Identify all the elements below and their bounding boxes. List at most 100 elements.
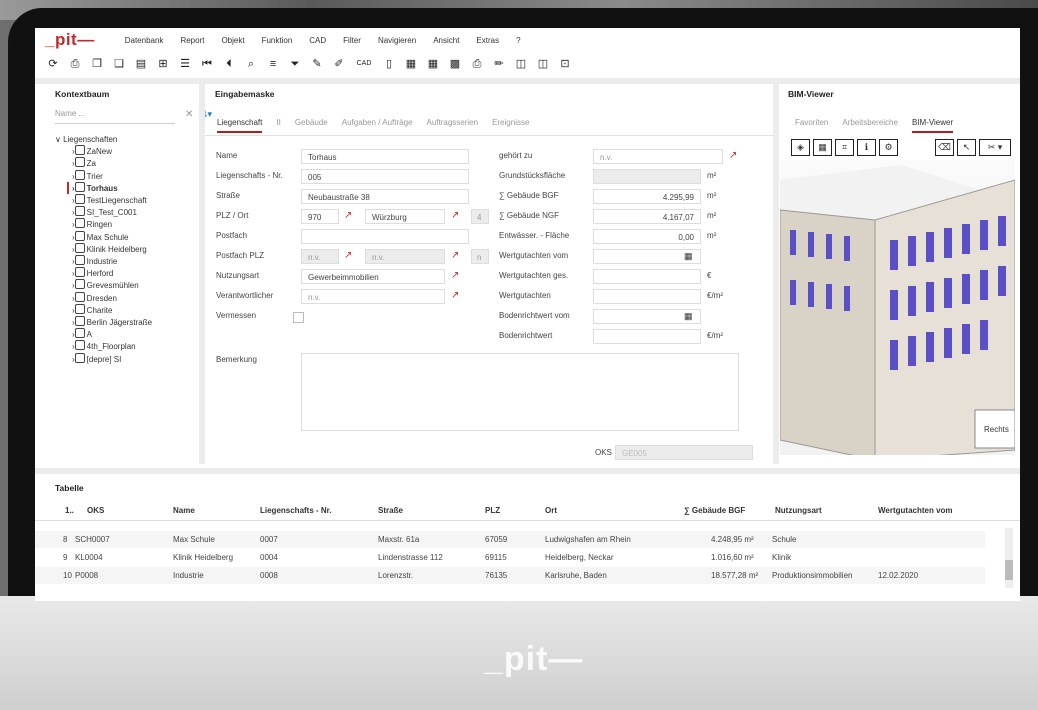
duplicate-icon[interactable]: ❏ xyxy=(111,56,127,72)
tree-item[interactable]: › Trier xyxy=(72,169,200,182)
ort-field[interactable]: Würzburg xyxy=(365,209,445,224)
tree-item[interactable]: › Ringen xyxy=(72,218,200,230)
col-header-ort[interactable]: Ort xyxy=(545,506,557,515)
grid-icon[interactable]: ▩ xyxy=(447,56,463,72)
bim-3d-model[interactable]: Rechts xyxy=(780,160,1015,455)
table-row[interactable]: 10 P0008 Industrie 0008 Lorenzstr. 76135 Ka… xyxy=(35,567,985,584)
tab-ereignisse[interactable]: Ereignisse xyxy=(492,118,529,133)
first-icon[interactable]: ⏮ xyxy=(199,56,215,72)
refresh-icon[interactable]: ⟳ xyxy=(45,56,61,72)
settings-icon[interactable]: ⚙ xyxy=(879,139,898,156)
tree-item[interactable]: › 4th_Floorplan xyxy=(72,340,200,352)
tree-item[interactable]: › Herford xyxy=(72,267,200,279)
col-header-strasse[interactable]: Straße xyxy=(378,506,403,515)
postfach-plz-field[interactable]: n.v. xyxy=(301,249,339,264)
panel-separator[interactable] xyxy=(773,84,779,464)
list-icon[interactable]: ☰ xyxy=(177,56,193,72)
oks-field[interactable]: GE005 xyxy=(615,445,753,460)
menu-filter[interactable]: Filter xyxy=(343,36,361,45)
edit-icon[interactable]: ↗ xyxy=(344,250,352,261)
filter-list-icon[interactable]: ≡ xyxy=(265,56,281,72)
calendar-icon[interactable]: ▦ xyxy=(684,251,693,262)
wg-ges-field[interactable] xyxy=(593,269,701,284)
menu-objekt[interactable]: Objekt xyxy=(221,36,244,45)
postfach-ort-field[interactable]: n.v. xyxy=(365,249,445,264)
col-header-index[interactable]: 1.. xyxy=(65,506,74,515)
tree-item[interactable]: › Klinik Heidelberg xyxy=(72,242,200,255)
section-icon[interactable]: ⌗ xyxy=(835,139,854,156)
vermessen-checkbox[interactable] xyxy=(293,312,304,323)
menu-cad[interactable]: CAD xyxy=(309,36,326,45)
menu-ansicht[interactable]: Ansicht xyxy=(433,36,459,45)
panel-separator[interactable] xyxy=(199,84,205,464)
entw-field[interactable]: 0,00 xyxy=(593,229,701,244)
menu-datenbank[interactable]: Datenbank xyxy=(125,36,164,45)
strasse-field[interactable]: Neubaustraße 38 xyxy=(301,189,469,204)
pointer-icon[interactable]: ↖ xyxy=(957,139,976,156)
cube-view-icon[interactable]: ◈ xyxy=(791,139,810,156)
tree-item[interactable]: › TestLiegenschaft xyxy=(72,194,200,206)
col-header-oks[interactable]: OKS xyxy=(87,506,104,515)
copy-icon[interactable]: ❐ xyxy=(89,56,105,72)
tab-arbeitsbereiche[interactable]: Arbeitsbereiche xyxy=(842,118,898,133)
edit-icon[interactable]: ↗ xyxy=(451,250,459,261)
tab-bim-viewer[interactable]: BIM-Viewer xyxy=(911,118,954,133)
doc-icon[interactable]: ▯ xyxy=(381,56,397,72)
search-icon[interactable]: ⌕ xyxy=(243,56,259,72)
tree-item[interactable]: › Za xyxy=(72,157,200,169)
menu-funktion[interactable]: Funktion xyxy=(262,36,293,45)
tree-icon[interactable]: ⊞ xyxy=(155,56,171,72)
tree-item-selected[interactable]: › Torhaus xyxy=(67,181,200,195)
tree-root[interactable]: ∨ Liegenschaften xyxy=(55,134,200,145)
name-field[interactable]: Torhaus xyxy=(301,149,469,164)
chevron-down-icon[interactable]: ∨ xyxy=(55,135,63,144)
menu-report[interactable]: Report xyxy=(180,36,204,45)
bemerkung-textarea[interactable] xyxy=(301,353,739,431)
tree-item[interactable]: › Berlin Jägerstraße xyxy=(72,316,200,328)
tree-item[interactable]: › [depre] SI xyxy=(72,352,200,365)
col-header-nutzungsart[interactable]: Nutzungsart xyxy=(775,506,822,515)
verantwortlicher-field[interactable]: n.v. xyxy=(301,289,445,304)
tab-gebaeude[interactable]: Gebäude xyxy=(295,118,328,133)
gehoert-field[interactable]: n.v. xyxy=(593,149,723,164)
nr-field[interactable]: 005 xyxy=(301,169,469,184)
grid-view-icon[interactable]: ▦ xyxy=(813,139,832,156)
grundstueck-field[interactable] xyxy=(593,169,701,184)
col-header-bgf[interactable]: ∑ Gebäude BGF xyxy=(684,506,745,515)
tree-item[interactable]: › Industrie xyxy=(72,255,200,267)
menu-help[interactable]: ? xyxy=(516,36,520,45)
wg-field[interactable] xyxy=(593,289,701,304)
table-icon[interactable]: ▦ xyxy=(403,56,419,72)
edit-icon[interactable]: ↗ xyxy=(451,290,459,301)
pencil-icon[interactable]: ✐ xyxy=(331,56,347,72)
col-header-wg-vom[interactable]: Wertgutachten vom xyxy=(878,506,953,515)
edit-icon[interactable]: ↗ xyxy=(451,270,459,281)
cut-dropdown-icon[interactable]: ✂ ▾ xyxy=(979,139,1011,156)
ngf-field[interactable]: 4.167,07 xyxy=(593,209,701,224)
tab-favoriten[interactable]: Favoriten xyxy=(795,118,828,133)
edit-icon[interactable]: ↗ xyxy=(451,210,459,221)
table2-icon[interactable]: ▦ xyxy=(425,56,441,72)
tree-item[interactable]: › A xyxy=(72,328,200,340)
print2-icon[interactable]: ⎙ xyxy=(469,56,485,72)
pen-icon[interactable]: ✎ xyxy=(309,56,325,72)
clear-search-icon[interactable]: ✕ xyxy=(185,109,193,120)
tree-item[interactable]: › Max Schule xyxy=(72,230,200,243)
col-header-nr[interactable]: Liegenschafts - Nr. xyxy=(260,506,332,515)
bgf-field[interactable]: 4.295,99 xyxy=(593,189,701,204)
tree-search-input[interactable]: Name ... xyxy=(55,109,175,124)
tab-liegenschaft[interactable]: Liegenschaft xyxy=(217,118,263,133)
tree-item[interactable]: › ZaNew xyxy=(72,145,200,157)
lock-icon[interactable]: ⊡ xyxy=(557,56,573,72)
table-scrollbar[interactable] xyxy=(1005,528,1013,588)
edit2-icon[interactable]: ✏ xyxy=(491,56,507,72)
brw-field[interactable] xyxy=(593,329,701,344)
tree-item[interactable]: › SI_Test_C001 xyxy=(72,206,200,218)
info-icon[interactable]: ℹ xyxy=(857,139,876,156)
tab-aufgaben[interactable]: Aufgaben / Aufträge xyxy=(342,118,413,133)
tree-item[interactable]: › Dresden xyxy=(72,291,200,304)
print-icon[interactable]: ⎙ xyxy=(67,56,83,72)
tree-item[interactable]: › Grevesmühlen xyxy=(72,279,200,291)
prev-icon[interactable]: ⏴ xyxy=(221,56,237,72)
cad-icon[interactable]: CAD xyxy=(353,56,375,72)
